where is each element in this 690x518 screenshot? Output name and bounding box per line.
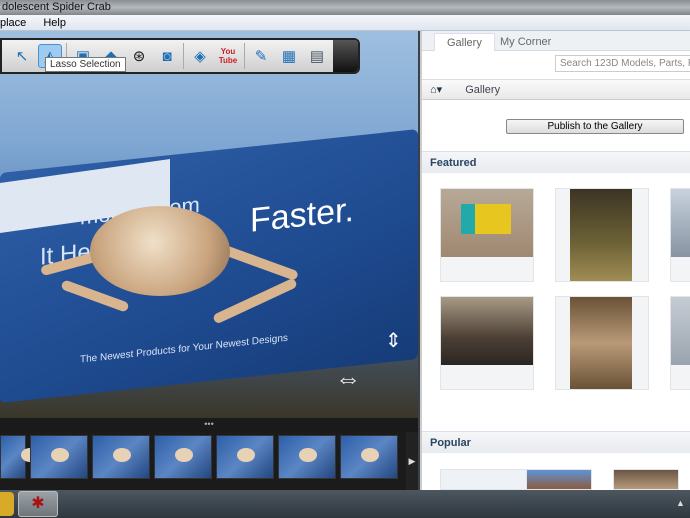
gallery-item[interactable] [440,188,534,282]
tablet-icon[interactable]: ◈ [188,44,212,68]
window-title: dolescent Spider Crab [2,1,111,13]
photo-thumbnail[interactable] [92,435,150,479]
toolbar-divider [244,43,245,69]
taskbar: ✱ ▲ [0,490,690,518]
3d-viewport[interactable]: mouser.com It Here Faster. The Newest Pr… [0,31,418,418]
tab-gallery[interactable]: Gallery [434,33,495,51]
tab-my-corner[interactable]: My Corner [488,33,563,51]
photo-thumbnail[interactable] [216,435,274,479]
orbit-icon[interactable]: ⊛ [127,44,151,68]
gallery-item[interactable] [555,188,649,282]
featured-header: Featured [422,151,690,173]
youtube-icon[interactable]: You Tube [216,44,240,68]
search-input[interactable]: Search 123D Models, Parts, Prop [555,55,690,72]
select-icon[interactable]: ↖ [10,44,34,68]
breadcrumb-gallery[interactable]: Gallery [465,84,500,96]
spider-app-icon[interactable]: ✱ [18,491,58,517]
title-bar: dolescent Spider Crab [0,0,690,15]
photo-thumbnail[interactable] [0,435,39,479]
tagline-text: The Newest Products for Your Newest Desi… [80,332,288,366]
tooltip: Lasso Selection [45,57,126,72]
menu-place[interactable]: place [0,17,26,29]
gallery-item[interactable] [440,469,534,490]
faster-text: Faster. [250,190,354,240]
move-vertical-icon[interactable]: ⇕ [385,328,402,353]
camera-lock-icon[interactable]: ◙ [155,44,179,68]
photo-thumbnail[interactable] [340,435,398,479]
tray-expand-icon[interactable]: ▲ [676,498,685,508]
move-horizontal-icon[interactable]: ⇔ [335,363,361,394]
popular-header: Popular [422,431,690,453]
crab-model [90,206,230,296]
gallery-item[interactable] [670,188,690,282]
gallery-item[interactable] [440,296,534,390]
cube-download-icon[interactable]: ▦ [277,44,301,68]
export-icon[interactable]: ▤ [305,44,329,68]
photo-thumbnail[interactable] [154,435,212,479]
photo-thumbnail[interactable] [30,435,88,479]
pen-icon[interactable]: ✎ [249,44,273,68]
handle-dots: ••• [204,419,214,429]
scroll-right-icon[interactable]: ▶ [406,432,418,490]
menu-bar: place Help [0,15,690,31]
filmstrip [0,432,406,490]
breadcrumb: ⌂▾ Gallery [422,79,690,100]
tab-bar: Gallery My Corner [422,31,690,51]
filmstrip-handle[interactable]: ••• [0,418,418,432]
gallery-item[interactable] [670,296,690,390]
gallery-item[interactable] [526,469,592,490]
gallery-item[interactable] [613,469,679,490]
home-icon[interactable]: ⌂▾ [430,84,442,96]
toolbar-divider [183,43,184,69]
toolbar-end-cap [333,40,358,72]
gallery-panel: Gallery My Corner Search 123D Models, Pa… [420,31,690,490]
menu-help[interactable]: Help [43,17,66,29]
publish-button[interactable]: Publish to the Gallery [506,119,684,134]
gallery-item[interactable] [555,296,649,390]
taskbar-app-icon[interactable] [0,492,14,516]
photo-thumbnail[interactable] [278,435,336,479]
